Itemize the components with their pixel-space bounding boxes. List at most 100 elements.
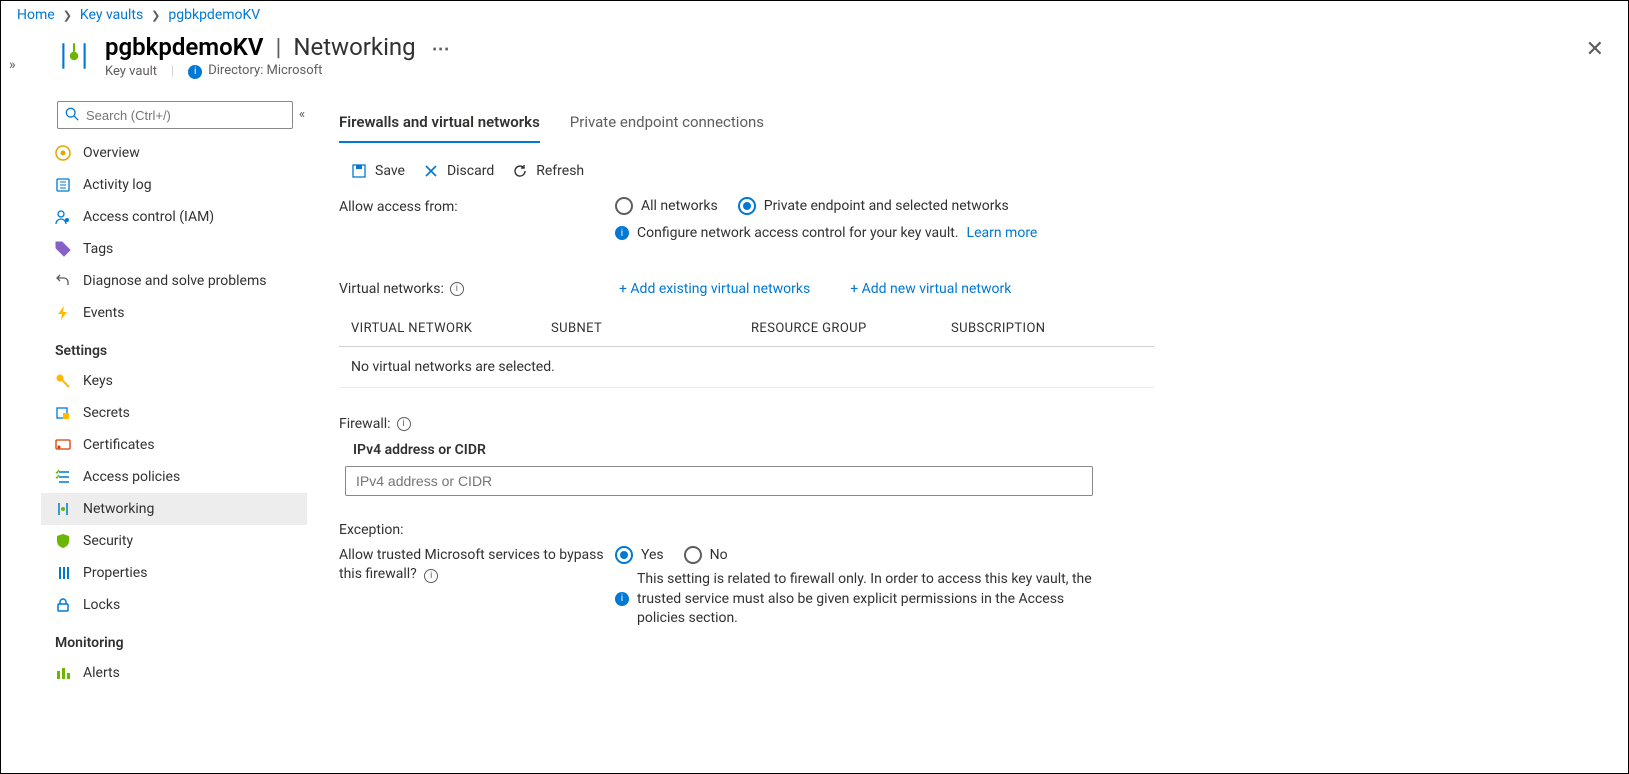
refresh-icon	[512, 163, 528, 179]
tags-icon	[55, 241, 71, 257]
tab-firewalls[interactable]: Firewalls and virtual networks	[339, 107, 540, 143]
th-subscription: SUBSCRIPTION	[939, 311, 1154, 347]
refresh-label: Refresh	[536, 163, 584, 179]
add-existing-vnet-link[interactable]: + Add existing virtual networks	[619, 281, 810, 297]
save-icon	[351, 163, 367, 179]
sidebar-section-settings: Settings	[41, 329, 307, 365]
breadcrumb-keyvaults[interactable]: Key vaults	[80, 7, 143, 23]
radio-all-networks[interactable]: All networks	[615, 197, 718, 215]
events-icon	[55, 305, 71, 321]
secrets-icon	[55, 405, 71, 421]
sidebar-item-diagnose[interactable]: Diagnose and solve problems	[41, 265, 307, 297]
sidebar-item-secrets[interactable]: Secrets	[41, 397, 307, 429]
exception-question: Allow trusted Microsoft services to bypa…	[339, 547, 604, 582]
breadcrumb-resource[interactable]: pgbkpdemoKV	[168, 7, 260, 23]
keys-icon	[55, 373, 71, 389]
sidebar-item-certificates[interactable]: Certificates	[41, 429, 307, 461]
radio-label: No	[710, 547, 728, 563]
sidebar-item-access-policies[interactable]: Access policies	[41, 461, 307, 493]
more-menu-icon[interactable]: ⋯	[432, 39, 450, 60]
search-input[interactable]	[57, 101, 293, 129]
title-separator: |	[275, 33, 281, 61]
discard-icon	[423, 163, 439, 179]
sidebar-nav[interactable]: Overview Activity log Access control (IA…	[41, 137, 307, 773]
sidebar-item-iam[interactable]: Access control (IAM)	[41, 201, 307, 233]
sidebar-item-label: Locks	[83, 597, 120, 613]
blade-header: pgbkpdemoKV | Networking ⋯ Key vault | i…	[1, 27, 1628, 79]
keyvault-icon	[57, 39, 91, 73]
diagnose-icon	[55, 273, 71, 289]
info-outline-icon[interactable]: i	[424, 569, 438, 583]
table-row: No virtual networks are selected.	[339, 347, 1154, 388]
sidebar-section-monitoring: Monitoring	[41, 621, 307, 657]
access-note: Configure network access control for you…	[637, 225, 959, 241]
th-subnet: SUBNET	[539, 311, 739, 347]
radio-icon	[615, 546, 633, 564]
sidebar-item-label: Secrets	[83, 405, 130, 421]
sidebar-item-alerts[interactable]: Alerts	[41, 657, 307, 689]
allow-access-label: Allow access from:	[339, 197, 615, 215]
access-policies-icon	[55, 469, 71, 485]
ipv4-input[interactable]	[345, 466, 1093, 496]
sidebar-item-label: Events	[83, 305, 124, 321]
chevron-right-icon: ❯	[151, 9, 160, 22]
discard-label: Discard	[447, 163, 494, 179]
sidebar-item-activity-log[interactable]: Activity log	[41, 169, 307, 201]
iam-icon	[55, 209, 71, 225]
info-icon: i	[188, 65, 202, 79]
sidebar-item-keys[interactable]: Keys	[41, 365, 307, 397]
info-outline-icon[interactable]: i	[450, 282, 464, 296]
directory-label: Directory: Microsoft	[208, 63, 322, 78]
sidebar: « Overview Activity log Access control (…	[1, 97, 307, 773]
collapse-sidebar-icon[interactable]: «	[299, 107, 305, 122]
page-title-resource: pgbkpdemoKV	[105, 33, 263, 61]
th-vnet: VIRTUAL NETWORK	[339, 311, 539, 347]
sidebar-item-properties[interactable]: Properties	[41, 557, 307, 589]
alerts-icon	[55, 665, 71, 681]
sidebar-item-events[interactable]: Events	[41, 297, 307, 329]
vnets-label: Virtual networks:	[339, 281, 444, 297]
radio-icon	[738, 197, 756, 215]
learn-more-link[interactable]: Learn more	[967, 225, 1038, 241]
toolbar: Save Discard Refresh	[339, 157, 1598, 197]
breadcrumb-home[interactable]: Home	[17, 7, 55, 23]
sidebar-item-networking[interactable]: Networking	[41, 493, 307, 525]
radio-label: All networks	[641, 198, 718, 214]
close-icon[interactable]: ✕	[1586, 37, 1604, 62]
tabs: Firewalls and virtual networks Private e…	[339, 107, 1598, 143]
sidebar-item-label: Certificates	[83, 437, 155, 453]
refresh-button[interactable]: Refresh	[512, 163, 584, 179]
radio-icon	[684, 546, 702, 564]
vnet-empty: No virtual networks are selected.	[339, 347, 1154, 388]
security-icon	[55, 533, 71, 549]
sidebar-item-overview[interactable]: Overview	[41, 137, 307, 169]
page-title-section: Networking	[293, 33, 415, 61]
add-new-vnet-link[interactable]: + Add new virtual network	[850, 281, 1011, 297]
sidebar-item-label: Overview	[83, 145, 140, 161]
sidebar-item-locks[interactable]: Locks	[41, 589, 307, 621]
discard-button[interactable]: Discard	[423, 163, 494, 179]
certificates-icon	[55, 437, 71, 453]
radio-exception-yes[interactable]: Yes	[615, 546, 664, 564]
exception-note: This setting is related to firewall only…	[637, 570, 1115, 629]
main-content: Firewalls and virtual networks Private e…	[307, 97, 1628, 773]
sidebar-item-label: Tags	[83, 241, 113, 257]
info-outline-icon[interactable]: i	[397, 417, 411, 431]
sidebar-item-security[interactable]: Security	[41, 525, 307, 557]
resource-type-label: Key vault	[105, 64, 157, 79]
radio-selected-networks[interactable]: Private endpoint and selected networks	[738, 197, 1009, 215]
tab-private-endpoints[interactable]: Private endpoint connections	[570, 107, 764, 143]
info-icon: i	[615, 226, 629, 240]
sidebar-item-tags[interactable]: Tags	[41, 233, 307, 265]
sidebar-item-label: Access control (IAM)	[83, 209, 214, 225]
sidebar-item-label: Access policies	[83, 469, 180, 485]
vnet-table: VIRTUAL NETWORK SUBNET RESOURCE GROUP SU…	[339, 311, 1154, 388]
locks-icon	[55, 597, 71, 613]
exception-title: Exception:	[339, 522, 1598, 538]
properties-icon	[55, 565, 71, 581]
subtitle-separator: |	[171, 64, 174, 79]
radio-exception-no[interactable]: No	[684, 546, 728, 564]
overview-icon	[55, 145, 71, 161]
save-label: Save	[375, 163, 405, 179]
save-button[interactable]: Save	[351, 163, 405, 179]
